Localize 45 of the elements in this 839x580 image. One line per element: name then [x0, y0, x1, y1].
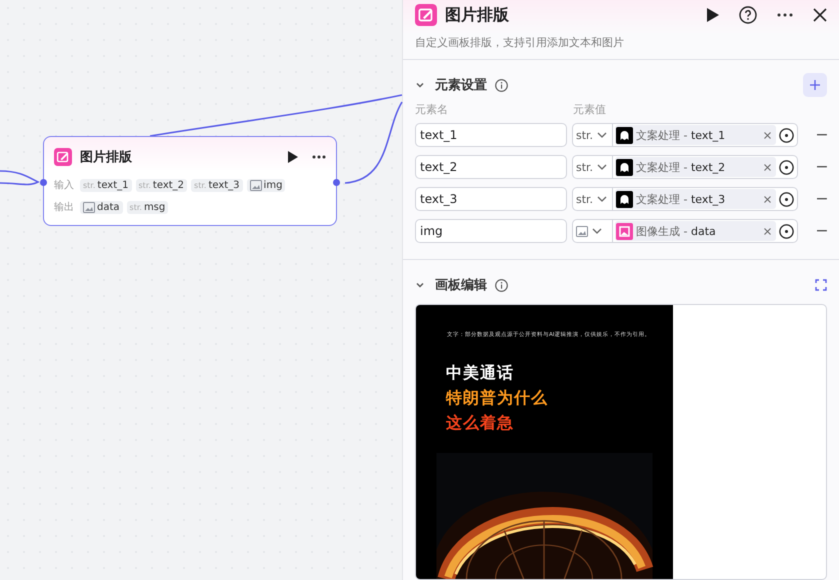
reference-label: 文案处理 - text_2 — [636, 160, 726, 174]
name-field[interactable]: text_1 — [415, 123, 567, 147]
type-select[interactable]: str. — [573, 156, 613, 178]
node-title: 图片排版 — [80, 149, 133, 166]
reference-label: 文案处理 - text_1 — [636, 128, 726, 142]
type-label: str. — [576, 128, 594, 142]
value-field[interactable]: str. 文案处理 - text_3 — [572, 187, 798, 211]
type-label: str. — [576, 192, 594, 206]
port-label: 输入 — [54, 178, 74, 192]
port-name: msg — [144, 202, 166, 212]
value-field[interactable]: str. 文案处理 - text_2 — [572, 155, 798, 179]
type-select[interactable]: str. — [573, 188, 613, 210]
type-label: str. — [576, 160, 594, 174]
reference-label: 图像生成 - data — [636, 224, 716, 238]
name-field[interactable]: img — [415, 219, 567, 243]
port-name: text_1 — [97, 180, 129, 190]
value-field[interactable]: str. 文案处理 - text_1 — [572, 123, 798, 147]
port-name: text_2 — [152, 180, 184, 190]
type-label: str. — [194, 180, 206, 190]
reference-tag[interactable]: 文案处理 - text_1 — [615, 125, 776, 145]
headline-text: 特朗普为什么 — [446, 388, 548, 407]
headline-text: 这么着急 — [446, 413, 515, 432]
reference-tag[interactable]: 图像生成 - data — [615, 221, 776, 241]
column-header: 元素名 — [415, 102, 449, 117]
panel-title: 图片排版 — [445, 4, 510, 26]
headline-text: 中美通话 — [446, 363, 515, 382]
name-field[interactable]: text_3 — [415, 187, 567, 211]
panel-description: 自定义画板排版，支持引用添加文本和图片 — [415, 35, 625, 50]
port-name: data — [97, 202, 120, 212]
port-name: text_3 — [208, 180, 240, 190]
section-title: 画板编辑 — [435, 276, 487, 294]
node-card[interactable]: 图片排版 输入 str. text_1 str. text_2 str. text_3 img 输出 data str. msg — [43, 136, 337, 226]
reference-tag[interactable]: 文案处理 - text_2 — [615, 157, 776, 177]
value-field[interactable]: 图像生成 - data — [572, 219, 798, 243]
reference-tag[interactable]: 文案处理 - text_3 — [615, 189, 776, 209]
column-header: 元素值 — [573, 102, 606, 117]
name-field[interactable]: text_2 — [415, 155, 567, 179]
section-title: 元素设置 — [435, 76, 487, 94]
reference-label: 文案处理 - text_3 — [636, 192, 726, 206]
type-select[interactable]: str. — [573, 124, 613, 146]
type-label: str. — [138, 180, 151, 190]
type-label: str. — [83, 180, 96, 190]
port-name: img — [264, 180, 282, 190]
type-label: str. — [130, 202, 142, 212]
port-label: 输出 — [54, 200, 74, 214]
